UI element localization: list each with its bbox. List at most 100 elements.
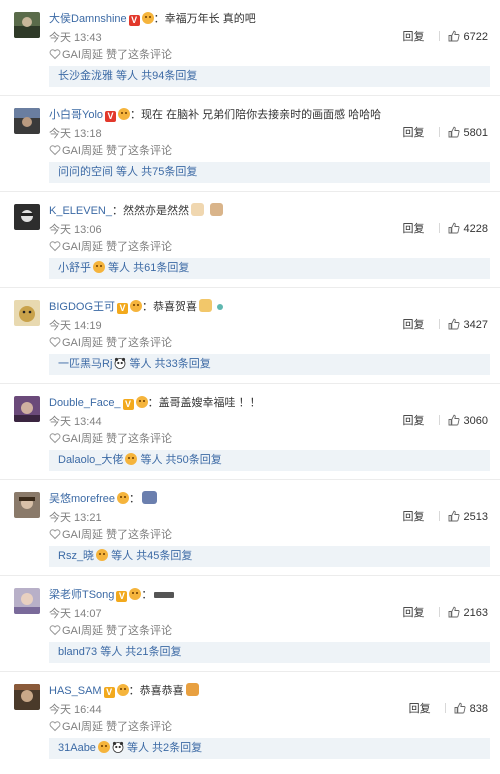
thumbs-up-icon xyxy=(448,318,460,330)
member-face-icon xyxy=(97,741,110,753)
thumbs-up-icon xyxy=(448,222,460,234)
reply-username[interactable]: 问问的空间 xyxy=(58,166,113,178)
heart-icon xyxy=(49,337,61,348)
like-button[interactable]: 4228 xyxy=(448,222,488,235)
replies-summary[interactable]: bland73 等人 共21条回复 xyxy=(49,642,490,663)
replies-summary[interactable]: 问问的空间 等人 共75条回复 xyxy=(49,162,490,183)
member-face-icon xyxy=(141,12,154,24)
avatar[interactable] xyxy=(14,204,40,230)
reply-username[interactable]: 一匹黑马Rj xyxy=(58,358,112,370)
comment-username[interactable]: 小白哥Yolo xyxy=(49,109,103,121)
replies-summary[interactable]: 一匹黑马Rj 等人 共33条回复 xyxy=(49,354,490,375)
comment-text: 恭喜贺喜 xyxy=(153,301,198,313)
comment-username[interactable]: K_ELEVEN_ xyxy=(49,205,112,217)
comment-username[interactable]: Double_Face_ xyxy=(49,397,121,409)
comment-username[interactable]: BIGDOG王可 xyxy=(49,301,115,313)
comment-time: 今天 14:19 xyxy=(49,320,102,332)
cat-emoji-icon xyxy=(199,299,213,312)
like-count: 6722 xyxy=(463,31,488,43)
liked-by-text: GAI周延 赞了这条评论 xyxy=(62,145,173,157)
avatar[interactable] xyxy=(14,492,40,518)
like-button[interactable]: 6722 xyxy=(448,30,488,43)
sticker-emoji-icon xyxy=(209,203,223,216)
comment-time: 今天 16:44 xyxy=(49,704,102,716)
comment-item: K_ELEVEN_：然然亦是然然 今天 13:06 GAI周延 赞了这条评论 回… xyxy=(0,192,500,288)
comment-username[interactable]: HAS_SAM xyxy=(49,685,102,697)
verified-badge-icon: V xyxy=(103,687,115,698)
liked-by-text: GAI周延 赞了这条评论 xyxy=(62,49,173,61)
reply-username[interactable]: 小舒乎 xyxy=(58,262,91,274)
member-face-icon xyxy=(118,108,131,120)
heart-icon xyxy=(49,529,61,540)
thumbs-up-icon xyxy=(448,414,460,426)
like-count: 3060 xyxy=(463,415,488,427)
reply-button[interactable]: 回复 xyxy=(409,700,431,716)
comment-list: 大侯Damnshine V ：幸福万年长 真的吧 今天 13:43 GAI周延 赞了… xyxy=(0,0,500,768)
reply-username[interactable]: 长沙金泷雅 xyxy=(58,70,113,82)
member-face-icon xyxy=(116,684,129,696)
liked-by: GAI周延 赞了这条评论 xyxy=(49,718,172,734)
replies-summary[interactable]: Dalaolo_大佬 等人 共50条回复 xyxy=(49,450,490,471)
reply-username[interactable]: 31Aabe xyxy=(58,742,96,754)
reply-username[interactable]: Dalaolo_大佬 xyxy=(58,454,123,466)
replies-summary[interactable]: Rsz_晓 等人 共45条回复 xyxy=(49,546,490,567)
sticker-emoji-icon xyxy=(190,203,204,216)
avatar[interactable] xyxy=(14,12,40,38)
like-count: 5801 xyxy=(463,127,488,139)
sticker-emoji-icon xyxy=(217,304,224,310)
liked-by-text: GAI周延 赞了这条评论 xyxy=(62,529,173,541)
reply-button[interactable]: 回复 xyxy=(403,604,425,620)
replies-summary[interactable]: 31Aabe 等人 共2条回复 xyxy=(49,738,490,759)
comment-username[interactable]: 大侯Damnshine xyxy=(49,13,127,25)
liked-by: GAI周延 赞了这条评论 xyxy=(49,142,172,158)
member-face-icon xyxy=(125,453,138,465)
member-face-icon xyxy=(129,588,142,600)
comment-time: 今天 13:44 xyxy=(49,416,102,428)
avatar[interactable] xyxy=(14,396,40,422)
reply-button[interactable]: 回复 xyxy=(403,124,425,140)
replies-summary[interactable]: 小舒乎 等人 共61条回复 xyxy=(49,258,490,279)
liked-by-text: GAI周延 赞了这条评论 xyxy=(62,337,173,349)
reply-username[interactable]: bland73 xyxy=(58,646,97,658)
couple-emoji-icon xyxy=(142,491,158,504)
heart-icon xyxy=(49,49,61,60)
like-button[interactable]: 2163 xyxy=(448,606,488,619)
member-face-icon xyxy=(117,492,130,504)
avatar[interactable] xyxy=(14,300,40,326)
thumbs-up-icon xyxy=(448,30,460,42)
heart-icon xyxy=(49,145,61,156)
comment-username[interactable]: 梁老师TSong xyxy=(49,589,114,601)
comment-time: 今天 13:18 xyxy=(49,128,102,140)
thumbs-up-icon xyxy=(448,126,460,138)
comment-time: 今天 13:06 xyxy=(49,224,102,236)
reply-button[interactable]: 回复 xyxy=(403,220,425,236)
reply-button[interactable]: 回复 xyxy=(403,508,425,524)
verified-badge-icon: V xyxy=(116,591,128,602)
like-button[interactable]: 838 xyxy=(454,702,488,715)
like-button[interactable]: 2513 xyxy=(448,510,488,523)
comment-time: 今天 13:43 xyxy=(49,32,102,44)
avatar[interactable] xyxy=(14,684,40,710)
comment-username[interactable]: 吴悠morefree xyxy=(49,493,115,505)
like-button[interactable]: 3427 xyxy=(448,318,488,331)
thumbs-up-icon xyxy=(448,606,460,618)
reply-button[interactable]: 回复 xyxy=(403,316,425,332)
avatar[interactable] xyxy=(14,588,40,614)
reply-username[interactable]: Rsz_晓 xyxy=(58,550,94,562)
member-face-icon xyxy=(96,549,109,561)
like-button[interactable]: 3060 xyxy=(448,414,488,427)
panda-emoji-icon xyxy=(112,741,124,753)
liked-by: GAI周延 赞了这条评论 xyxy=(49,430,172,446)
heart-icon xyxy=(49,241,61,252)
verified-badge-icon: V xyxy=(117,303,129,314)
reply-button[interactable]: 回复 xyxy=(403,412,425,428)
like-button[interactable]: 5801 xyxy=(448,126,488,139)
comment-time: 今天 13:21 xyxy=(49,512,102,524)
replies-summary[interactable]: 长沙金泷雅 等人 共94条回复 xyxy=(49,66,490,87)
comment-item: HAS_SAM V ：恭喜恭喜 今天 16:44 GAI周延 赞了这条评论 回复 83… xyxy=(0,672,500,768)
avatar[interactable] xyxy=(14,108,40,134)
comment-item: 小白哥Yolo V ：现在 在脑补 兄弟们陪你去接亲时的画面感 哈哈哈 今天 13:… xyxy=(0,96,500,192)
verified-badge-icon: V xyxy=(128,15,140,26)
heart-icon xyxy=(49,721,61,732)
reply-button[interactable]: 回复 xyxy=(403,28,425,44)
